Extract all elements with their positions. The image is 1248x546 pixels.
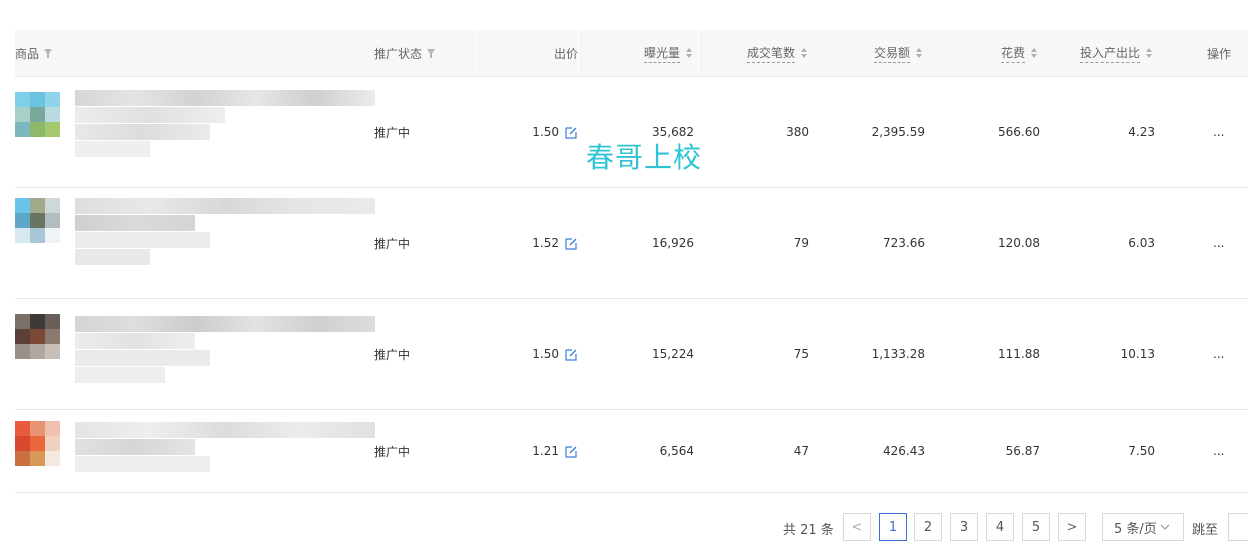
product-title-blurred[interactable] [75,316,375,384]
filter-icon[interactable] [44,49,53,58]
more-actions[interactable]: ... [1213,410,1224,492]
edit-icon[interactable] [565,445,578,458]
product-thumbnail[interactable] [15,198,60,243]
sort-icon[interactable] [1146,48,1152,58]
status-text: 推广中 [374,347,411,362]
orders-cell: 79 [793,236,809,250]
bid-cell: 1.50 [477,77,578,187]
page-button-4[interactable]: 4 [986,513,1014,541]
page-button-1[interactable]: 1 [879,513,907,541]
next-page-button[interactable]: > [1058,513,1086,541]
cost-cell: 56.87 [1005,444,1040,458]
roi-cell: 10.13 [1120,347,1155,361]
gmv-cell: 1,133.28 [871,347,925,361]
roi-cell: 6.03 [1128,236,1155,250]
product-thumbnail[interactable] [15,421,60,466]
gmv-cell: 723.66 [883,236,925,250]
edit-icon[interactable] [565,348,578,361]
bid-cell: 1.50 [477,299,578,409]
table-header: 商品 推广状态 出价 曝光量 成交笔数 交易额 花费 投入产出比 操作 [15,30,1248,77]
cost-cell: 120.08 [998,236,1040,250]
watermark-text: 春哥上校 [586,141,703,174]
page-size-select[interactable]: 5 条/页 [1102,513,1184,541]
col-header-orders[interactable]: 成交笔数 [705,30,807,76]
jump-page-input[interactable] [1228,513,1248,541]
impressions-cell: 16,926 [652,236,694,250]
page-button-3[interactable]: 3 [950,513,978,541]
promotion-table: 商品 推广状态 出价 曝光量 成交笔数 交易额 花费 投入产出比 操作 推广中 … [15,30,1248,493]
sort-icon[interactable] [1031,48,1037,58]
sort-icon[interactable] [916,48,922,58]
impressions-cell: 6,564 [659,444,694,458]
edit-icon[interactable] [565,237,578,250]
gmv-cell: 2,395.59 [871,125,925,139]
cost-cell: 566.60 [998,125,1040,139]
col-header-bid: 出价 [477,30,579,76]
jump-label: 跳至 [1192,522,1219,538]
orders-cell: 380 [786,125,809,139]
col-header-gmv[interactable]: 交易额 [815,30,922,76]
page-button-2[interactable]: 2 [914,513,942,541]
status-text: 推广中 [374,236,411,251]
more-actions[interactable]: ... [1213,299,1224,409]
col-header-product[interactable]: 商品 [15,30,375,76]
prev-page-button[interactable]: < [843,513,871,541]
orders-cell: 75 [793,347,809,361]
more-actions[interactable]: ... [1213,188,1224,298]
col-header-roi[interactable]: 投入产出比 [1045,30,1152,76]
roi-cell: 4.23 [1128,125,1155,139]
page-button-5[interactable]: 5 [1022,513,1050,541]
filter-icon[interactable] [427,49,436,58]
status-text: 推广中 [374,125,411,140]
table-row: 推广中 1.52 16,926 79 723.66 120.08 6.03 ..… [15,188,1248,299]
sort-icon[interactable] [801,48,807,58]
col-header-impressions[interactable]: 曝光量 [578,30,699,76]
col-header-action: 操作 [1206,46,1231,61]
col-header-status[interactable]: 推广状态 [374,30,477,76]
table-row: 推广中 1.21 6,564 47 426.43 56.87 7.50 ... [15,410,1248,493]
table-row: 推广中 1.50 15,224 75 1,133.28 111.88 10.13… [15,299,1248,410]
col-header-cost[interactable]: 花费 [930,30,1037,76]
orders-cell: 47 [793,444,809,458]
pagination-total: 共 21 条 [783,522,834,538]
product-thumbnail[interactable] [15,314,60,359]
more-actions[interactable]: ... [1213,77,1224,187]
product-title-blurred[interactable] [75,198,375,266]
product-title-blurred[interactable] [75,90,375,158]
product-thumbnail[interactable] [15,92,60,137]
chevron-down-icon [1160,524,1170,530]
sort-icon[interactable] [686,48,692,58]
gmv-cell: 426.43 [883,444,925,458]
impressions-cell: 15,224 [652,347,694,361]
roi-cell: 7.50 [1128,444,1155,458]
status-text: 推广中 [374,444,411,459]
product-title-blurred[interactable] [75,422,375,473]
bid-cell: 1.21 [477,410,578,492]
bid-cell: 1.52 [477,188,578,298]
cost-cell: 111.88 [998,347,1040,361]
edit-icon[interactable] [565,126,578,139]
